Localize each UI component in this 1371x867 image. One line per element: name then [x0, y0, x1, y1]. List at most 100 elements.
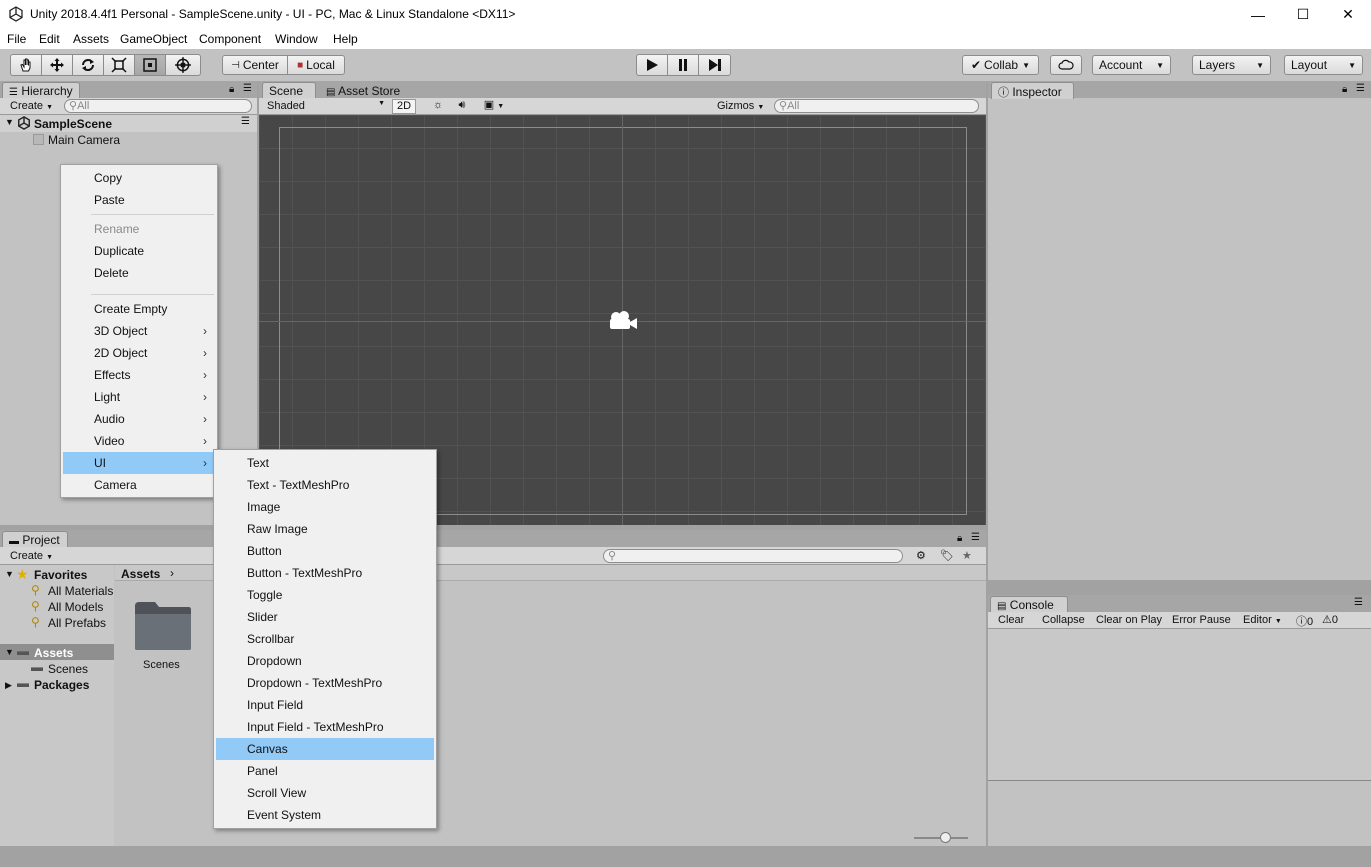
- menu-edit[interactable]: Edit: [39, 32, 60, 46]
- camera-gizmo-icon[interactable]: [607, 310, 639, 332]
- submenu-item-text[interactable]: Text: [216, 452, 434, 474]
- favorite-star-icon[interactable]: ★: [962, 549, 972, 562]
- warning-count-toggle[interactable]: ⚠0: [1322, 613, 1338, 626]
- tab-inspector[interactable]: ⓘ Inspector: [991, 82, 1074, 99]
- pivot-local-button[interactable]: ■ Local: [287, 55, 345, 75]
- project-create-button[interactable]: Create ▼: [10, 550, 53, 562]
- menu-item-delete[interactable]: Delete: [63, 262, 215, 284]
- lock-icon[interactable]: 🔒︎: [1342, 84, 1347, 95]
- scale-tool-button[interactable]: [103, 54, 135, 76]
- console-editor-dropdown[interactable]: Editor ▼: [1243, 614, 1282, 626]
- panel-menu-icon[interactable]: ☰: [243, 83, 252, 94]
- step-button[interactable]: [698, 54, 731, 76]
- scene-menu-icon[interactable]: ☰: [241, 116, 250, 127]
- tab-hierarchy[interactable]: ☰ Hierarchy: [2, 82, 80, 99]
- collab-button[interactable]: ✔ Collab ▼: [962, 55, 1039, 75]
- layout-dropdown[interactable]: Layout ▼: [1284, 55, 1363, 75]
- submenu-item-dropdown[interactable]: Dropdown: [216, 650, 434, 672]
- menu-item-video[interactable]: Video ›: [63, 430, 215, 452]
- cloud-button[interactable]: [1050, 55, 1082, 75]
- close-button[interactable]: ✕: [1325, 0, 1371, 29]
- submenu-item-raw-image[interactable]: Raw Image: [216, 518, 434, 540]
- tab-scene[interactable]: Scene: [262, 82, 316, 99]
- submenu-item-button[interactable]: Button: [216, 540, 434, 562]
- submenu-item-button-textmeshpro[interactable]: Button - TextMeshPro: [216, 562, 434, 584]
- folder-icon[interactable]: [133, 600, 193, 652]
- menu-item-3d-object[interactable]: 3D Object ›: [63, 320, 215, 342]
- zoom-slider-thumb[interactable]: [940, 832, 951, 843]
- panel-menu-icon[interactable]: ☰: [1354, 597, 1363, 608]
- submenu-item-text-textmeshpro[interactable]: Text - TextMeshPro: [216, 474, 434, 496]
- favorite-all-materials[interactable]: All Materials: [48, 584, 114, 598]
- submenu-item-panel[interactable]: Panel: [216, 760, 434, 782]
- hierarchy-search-input[interactable]: ⚲All: [64, 99, 252, 113]
- favorites-label[interactable]: Favorites: [34, 568, 87, 582]
- console-clear-button[interactable]: Clear: [998, 614, 1024, 626]
- gizmos-dropdown[interactable]: Gizmos ▼: [717, 100, 765, 112]
- submenu-item-slider[interactable]: Slider: [216, 606, 434, 628]
- filter-type-icon[interactable]: ⚙: [916, 549, 926, 562]
- audio-icon[interactable]: 🔊︎: [452, 99, 472, 112]
- pivot-center-button[interactable]: ⊣ Center: [222, 55, 288, 75]
- menu-item-ui[interactable]: UI ›: [63, 452, 215, 474]
- tree-packages[interactable]: Packages: [34, 678, 89, 692]
- asset-folder-label[interactable]: Scenes: [143, 659, 180, 671]
- collapse-arrow-icon[interactable]: ▶: [5, 680, 12, 691]
- expand-arrow-icon[interactable]: ▼: [5, 569, 14, 579]
- shading-dropdown[interactable]: Shaded ▼: [267, 100, 385, 112]
- hierarchy-create-button[interactable]: Create ▼: [10, 100, 53, 112]
- submenu-item-canvas[interactable]: Canvas: [216, 738, 434, 760]
- pause-button[interactable]: [667, 54, 699, 76]
- menu-item-copy[interactable]: Copy: [63, 167, 215, 189]
- submenu-item-event-system[interactable]: Event System: [216, 804, 434, 826]
- project-search-input[interactable]: ⚲: [603, 549, 903, 563]
- rotate-tool-button[interactable]: [72, 54, 104, 76]
- tab-console[interactable]: ▤ Console: [990, 596, 1068, 613]
- move-tool-button[interactable]: [41, 54, 73, 76]
- transform-tool-button[interactable]: [165, 54, 201, 76]
- submenu-item-scroll-view[interactable]: Scroll View: [216, 782, 434, 804]
- menu-component[interactable]: Component: [199, 32, 261, 46]
- menu-item-create-empty[interactable]: Create Empty: [63, 298, 215, 320]
- breadcrumb-assets[interactable]: Assets: [121, 567, 160, 581]
- maximize-button[interactable]: ☐: [1280, 0, 1326, 29]
- image-effects-icon[interactable]: ▣ ▼: [479, 98, 509, 111]
- console-clear-on-play-button[interactable]: Clear on Play: [1096, 614, 1162, 626]
- menu-item-audio[interactable]: Audio ›: [63, 408, 215, 430]
- submenu-item-dropdown-textmeshpro[interactable]: Dropdown - TextMeshPro: [216, 672, 434, 694]
- submenu-item-image[interactable]: Image: [216, 496, 434, 518]
- info-count-toggle[interactable]: ⓘ0: [1296, 613, 1313, 629]
- console-log-list[interactable]: [988, 629, 1371, 781]
- scene-search-input[interactable]: ⚲All: [774, 99, 979, 113]
- filter-label-icon[interactable]: 🏷︎: [940, 549, 954, 562]
- tab-project[interactable]: ▬ Project: [2, 531, 68, 548]
- menu-item-2d-object[interactable]: 2D Object ›: [63, 342, 215, 364]
- sun-icon[interactable]: ☼: [427, 99, 449, 111]
- layers-dropdown[interactable]: Layers ▼: [1192, 55, 1271, 75]
- menu-item-camera[interactable]: Camera: [63, 474, 215, 496]
- submenu-item-input-field-textmeshpro[interactable]: Input Field - TextMeshPro: [216, 716, 434, 738]
- panel-menu-icon[interactable]: ☰: [1356, 83, 1365, 94]
- menu-item-duplicate[interactable]: Duplicate: [63, 240, 215, 262]
- expand-arrow-icon[interactable]: ▼: [5, 647, 14, 657]
- minimize-button[interactable]: —: [1235, 0, 1281, 29]
- rect-tool-button[interactable]: [134, 54, 166, 76]
- 2d-toggle-button[interactable]: 2D: [392, 99, 416, 114]
- tree-assets[interactable]: Assets: [34, 646, 73, 660]
- menu-item-light[interactable]: Light ›: [63, 386, 215, 408]
- menu-gameobject[interactable]: GameObject: [120, 32, 187, 46]
- menu-window[interactable]: Window: [275, 32, 318, 46]
- favorite-all-models[interactable]: All Models: [48, 600, 103, 614]
- hierarchy-item-main-camera[interactable]: Main Camera: [48, 133, 120, 147]
- tab-asset-store[interactable]: ▤ Asset Store: [319, 82, 414, 99]
- submenu-item-scrollbar[interactable]: Scrollbar: [216, 628, 434, 650]
- expand-arrow-icon[interactable]: ▼: [5, 117, 14, 127]
- lock-icon[interactable]: 🔒︎: [957, 533, 962, 544]
- account-dropdown[interactable]: Account ▼: [1092, 55, 1171, 75]
- submenu-item-toggle[interactable]: Toggle: [216, 584, 434, 606]
- menu-assets[interactable]: Assets: [73, 32, 109, 46]
- hand-tool-button[interactable]: [10, 54, 42, 76]
- favorite-all-prefabs[interactable]: All Prefabs: [48, 616, 106, 630]
- tree-scenes[interactable]: Scenes: [48, 662, 88, 676]
- play-button[interactable]: [636, 54, 668, 76]
